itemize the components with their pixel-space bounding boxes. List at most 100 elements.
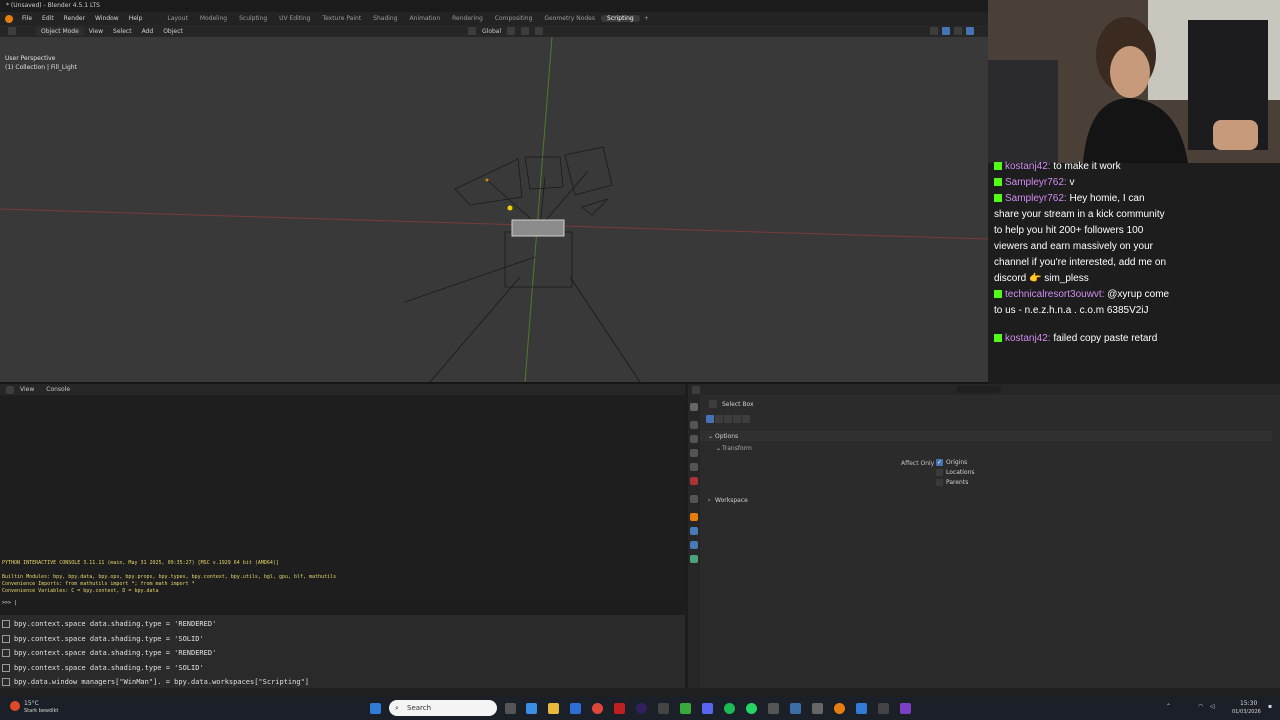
parents-checkbox-row[interactable]: Parents	[936, 479, 968, 486]
modifier-tab-icon[interactable]	[690, 527, 698, 535]
pivot-point-icon[interactable]	[507, 27, 516, 35]
terminal-icon[interactable]	[812, 703, 823, 714]
properties-search[interactable]	[956, 386, 1001, 393]
locations-checkbox-row[interactable]: Locations	[936, 469, 975, 476]
wifi-icon[interactable]: ◠	[1198, 703, 1203, 710]
app5-icon[interactable]	[856, 703, 867, 714]
history-item[interactable]: bpy.context.space data.shading.type = 'R…	[2, 618, 216, 630]
shading-solid-icon[interactable]	[966, 27, 974, 35]
notification-icon[interactable]: ▪	[1268, 703, 1272, 710]
history-item[interactable]: bpy.context.space data.shading.type = 'S…	[2, 662, 204, 674]
transform-orientation-dropdown[interactable]: Global	[482, 28, 501, 35]
workspace-panel-header[interactable]: › Workspace	[700, 495, 1272, 505]
tab-animation[interactable]: Animation	[404, 15, 447, 22]
menu-window[interactable]: Window	[90, 15, 124, 22]
editor-type-icon[interactable]	[6, 385, 14, 394]
data-tab-icon[interactable]	[690, 555, 698, 563]
github-icon[interactable]	[658, 703, 669, 714]
origins-checkbox[interactable]: ✓	[936, 459, 943, 466]
proportional-edit-icon[interactable]	[535, 27, 544, 35]
app2-icon[interactable]	[680, 703, 691, 714]
add-workspace-button[interactable]: +	[640, 15, 653, 22]
app3-icon[interactable]	[768, 703, 779, 714]
chrome-icon[interactable]	[592, 703, 603, 714]
tab-layout[interactable]: Layout	[161, 15, 193, 22]
object-tab-icon[interactable]	[690, 513, 698, 521]
store-icon[interactable]	[570, 703, 581, 714]
mode-intersect-icon[interactable]	[742, 415, 750, 423]
menu-object[interactable]: Object	[158, 28, 188, 35]
file-explorer-icon[interactable]	[548, 703, 559, 714]
transform-subpanel-header[interactable]: ⌄ Transform	[714, 444, 1274, 454]
options-label: Options	[715, 433, 739, 440]
console-menu-console[interactable]: Console	[40, 386, 76, 393]
object-mode-dropdown[interactable]: Object Mode	[36, 26, 84, 36]
editor-type-icon[interactable]	[8, 27, 16, 35]
tray-chevron-icon[interactable]: ⌃	[1166, 703, 1171, 710]
volume-icon[interactable]: ◁	[1210, 703, 1215, 710]
menu-select[interactable]: Select	[108, 28, 137, 35]
collection-tab-icon[interactable]	[690, 495, 698, 503]
editor-type-icon[interactable]	[692, 386, 700, 394]
tool-tab-icon[interactable]	[690, 403, 698, 411]
render-tab-icon[interactable]	[690, 421, 698, 429]
scene-tab-icon[interactable]	[690, 463, 698, 471]
visual-studio-icon[interactable]	[900, 703, 911, 714]
mode-subtract-icon[interactable]	[724, 415, 732, 423]
copilot-icon[interactable]	[526, 703, 537, 714]
snap-icon[interactable]	[521, 27, 530, 35]
tab-compositing[interactable]: Compositing	[489, 15, 539, 22]
locations-checkbox[interactable]	[936, 469, 943, 476]
whatsapp-icon[interactable]	[746, 703, 757, 714]
mode-set-icon[interactable]	[706, 415, 714, 423]
app-icon[interactable]	[614, 703, 625, 714]
tab-shading[interactable]: Shading	[367, 15, 403, 22]
tab-uv-editing[interactable]: UV Editing	[273, 15, 316, 22]
world-tab-icon[interactable]	[690, 477, 698, 485]
gizmo-icon[interactable]	[942, 27, 950, 35]
app6-icon[interactable]	[878, 703, 889, 714]
options-panel-header[interactable]: ⌄ Options	[700, 431, 1272, 441]
console-prompt[interactable]: >>> |	[2, 600, 17, 606]
clock-date[interactable]: 01/03/2026	[1232, 709, 1261, 715]
parents-checkbox[interactable]	[936, 479, 943, 486]
overlay-icon[interactable]	[954, 27, 962, 35]
3d-viewport[interactable]	[0, 37, 988, 382]
physics-tab-icon[interactable]	[690, 541, 698, 549]
tab-sculpting[interactable]: Sculpting	[233, 15, 273, 22]
task-view-icon[interactable]	[505, 703, 516, 714]
tab-scripting[interactable]: Scripting	[601, 15, 640, 22]
view-layer-tab-icon[interactable]	[690, 449, 698, 457]
tab-texture-paint[interactable]: Texture Paint	[316, 15, 367, 22]
chat-message: Sampleyr762: v	[988, 175, 1280, 191]
mode-invert-icon[interactable]	[733, 415, 741, 423]
menu-file[interactable]: File	[17, 15, 37, 22]
history-item[interactable]: bpy.data.window managers["WinMan"]. = bp…	[2, 676, 309, 688]
obs-icon[interactable]	[636, 703, 647, 714]
menu-add[interactable]: Add	[137, 28, 159, 35]
spotify-icon[interactable]	[724, 703, 735, 714]
mode-extend-icon[interactable]	[715, 415, 723, 423]
menu-help[interactable]: Help	[124, 15, 148, 22]
output-tab-icon[interactable]	[690, 435, 698, 443]
menu-render[interactable]: Render	[59, 15, 90, 22]
blender-taskbar-icon[interactable]	[834, 703, 845, 714]
clock-time[interactable]: 15:30	[1240, 700, 1257, 707]
python-console[interactable]: PYTHON INTERACTIVE CONSOLE 3.11.11 (main…	[0, 395, 685, 606]
tab-rendering[interactable]: Rendering	[446, 15, 489, 22]
blender-logo-icon[interactable]	[5, 14, 13, 23]
console-menu-view[interactable]: View	[14, 386, 40, 393]
menu-edit[interactable]: Edit	[37, 15, 59, 22]
menu-view[interactable]: View	[84, 28, 108, 35]
discord-icon[interactable]	[702, 703, 713, 714]
windows-taskbar: 15°C Stark bewölkt Search ⌕ ⌃ ◠ ◁ 15:30 …	[0, 697, 1280, 720]
app4-icon[interactable]	[790, 703, 801, 714]
visibility-icon[interactable]	[930, 27, 938, 35]
origins-checkbox-row[interactable]: ✓ Origins	[936, 459, 967, 466]
tab-modeling[interactable]: Modeling	[194, 15, 233, 22]
tab-geometry-nodes[interactable]: Geometry Nodes	[538, 15, 601, 22]
history-item[interactable]: bpy.context.space data.shading.type = 'R…	[2, 647, 216, 659]
history-item[interactable]: bpy.context.space data.shading.type = 'S…	[2, 633, 204, 645]
taskbar-search-input[interactable]: Search ⌕	[389, 700, 497, 716]
start-button-icon[interactable]	[370, 703, 381, 714]
